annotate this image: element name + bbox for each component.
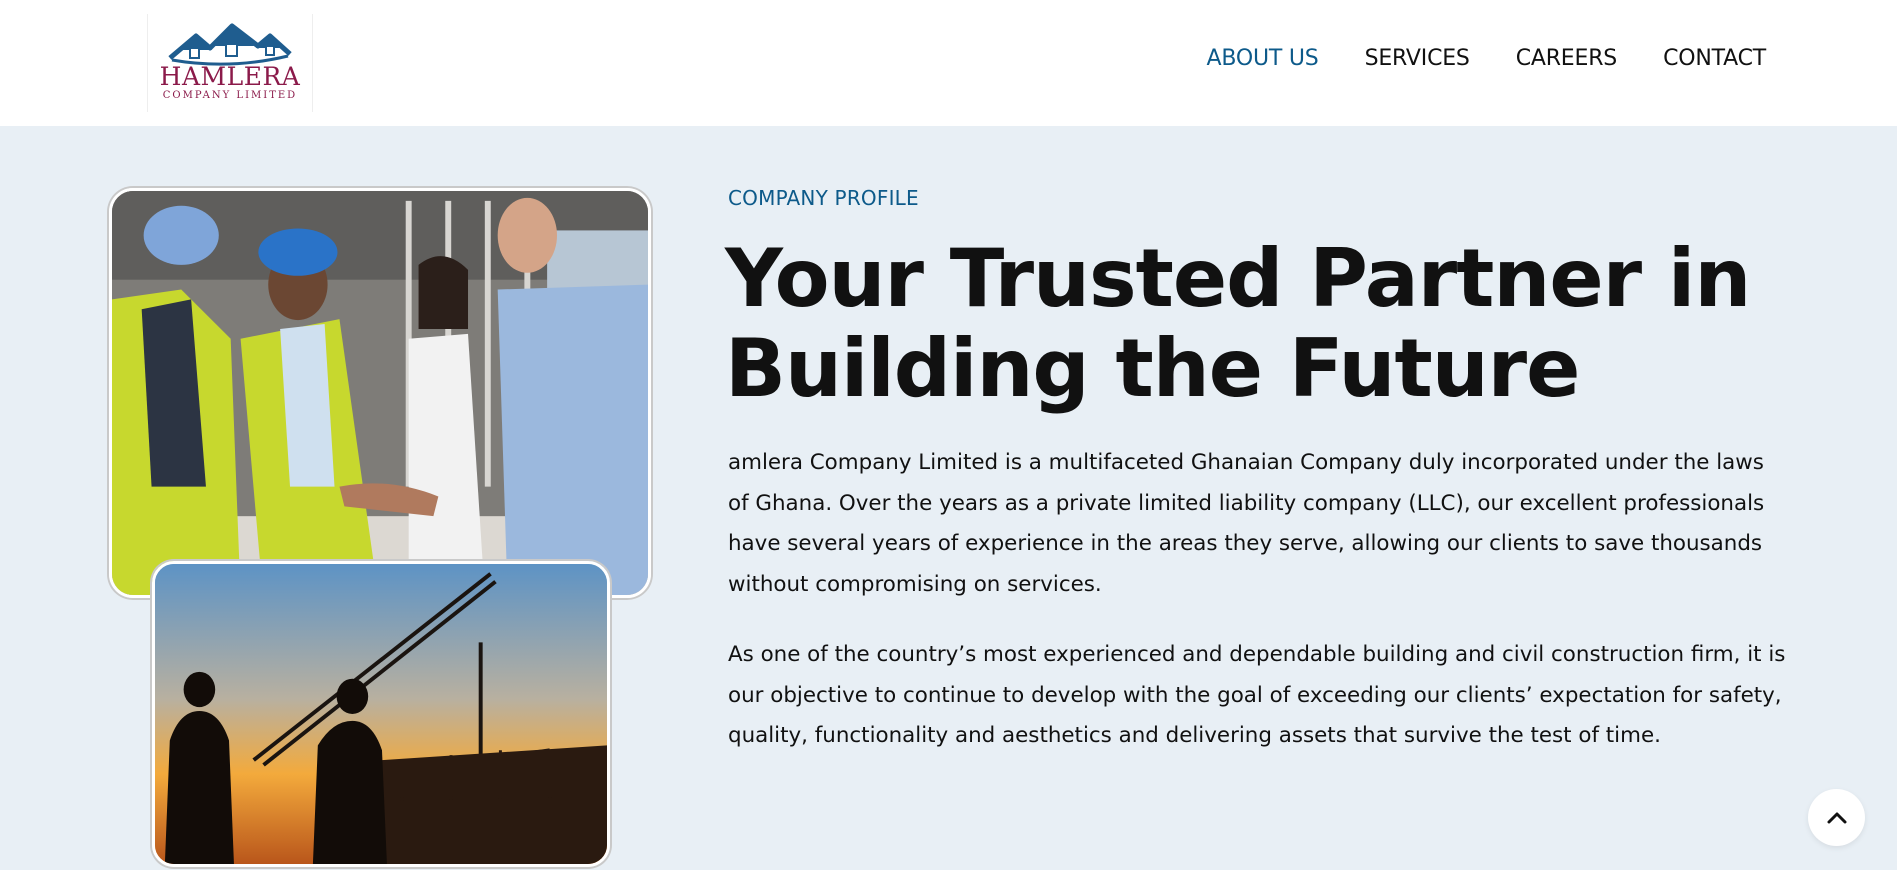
nav-careers[interactable]: CAREERS xyxy=(1516,46,1618,71)
main-nav: ABOUT US SERVICES CAREERS CONTACT xyxy=(1207,46,1767,71)
construction-sunset-photo xyxy=(152,561,610,867)
brand-name: HAMLERA xyxy=(159,62,301,91)
handshake-photo xyxy=(109,188,651,598)
headline-line-2: Building the Future xyxy=(725,322,1580,415)
nav-services[interactable]: SERVICES xyxy=(1365,46,1470,71)
nav-contact[interactable]: CONTACT xyxy=(1663,46,1766,71)
site-header: HAMLERA COMPANY LIMITED ABOUT US SERVICE… xyxy=(0,0,1897,126)
company-logo[interactable]: HAMLERA COMPANY LIMITED xyxy=(147,14,313,112)
nav-about-us[interactable]: ABOUT US xyxy=(1207,46,1319,71)
headline-line-1: Your Trusted Partner in xyxy=(725,232,1751,325)
about-paragraph-1: amlera Company Limited is a multifaceted… xyxy=(728,450,1765,597)
page-headline: Your Trusted Partner in Building the Fut… xyxy=(725,234,1825,414)
about-paragraph-2: As one of the country’s most experienced… xyxy=(728,642,1786,748)
brand-subtitle: COMPANY LIMITED xyxy=(162,90,298,101)
house-roof-icon xyxy=(168,23,292,66)
chevron-up-icon xyxy=(1827,812,1846,823)
section-eyebrow: COMPANY PROFILE xyxy=(728,186,919,210)
scroll-to-top-button[interactable] xyxy=(1808,789,1865,846)
